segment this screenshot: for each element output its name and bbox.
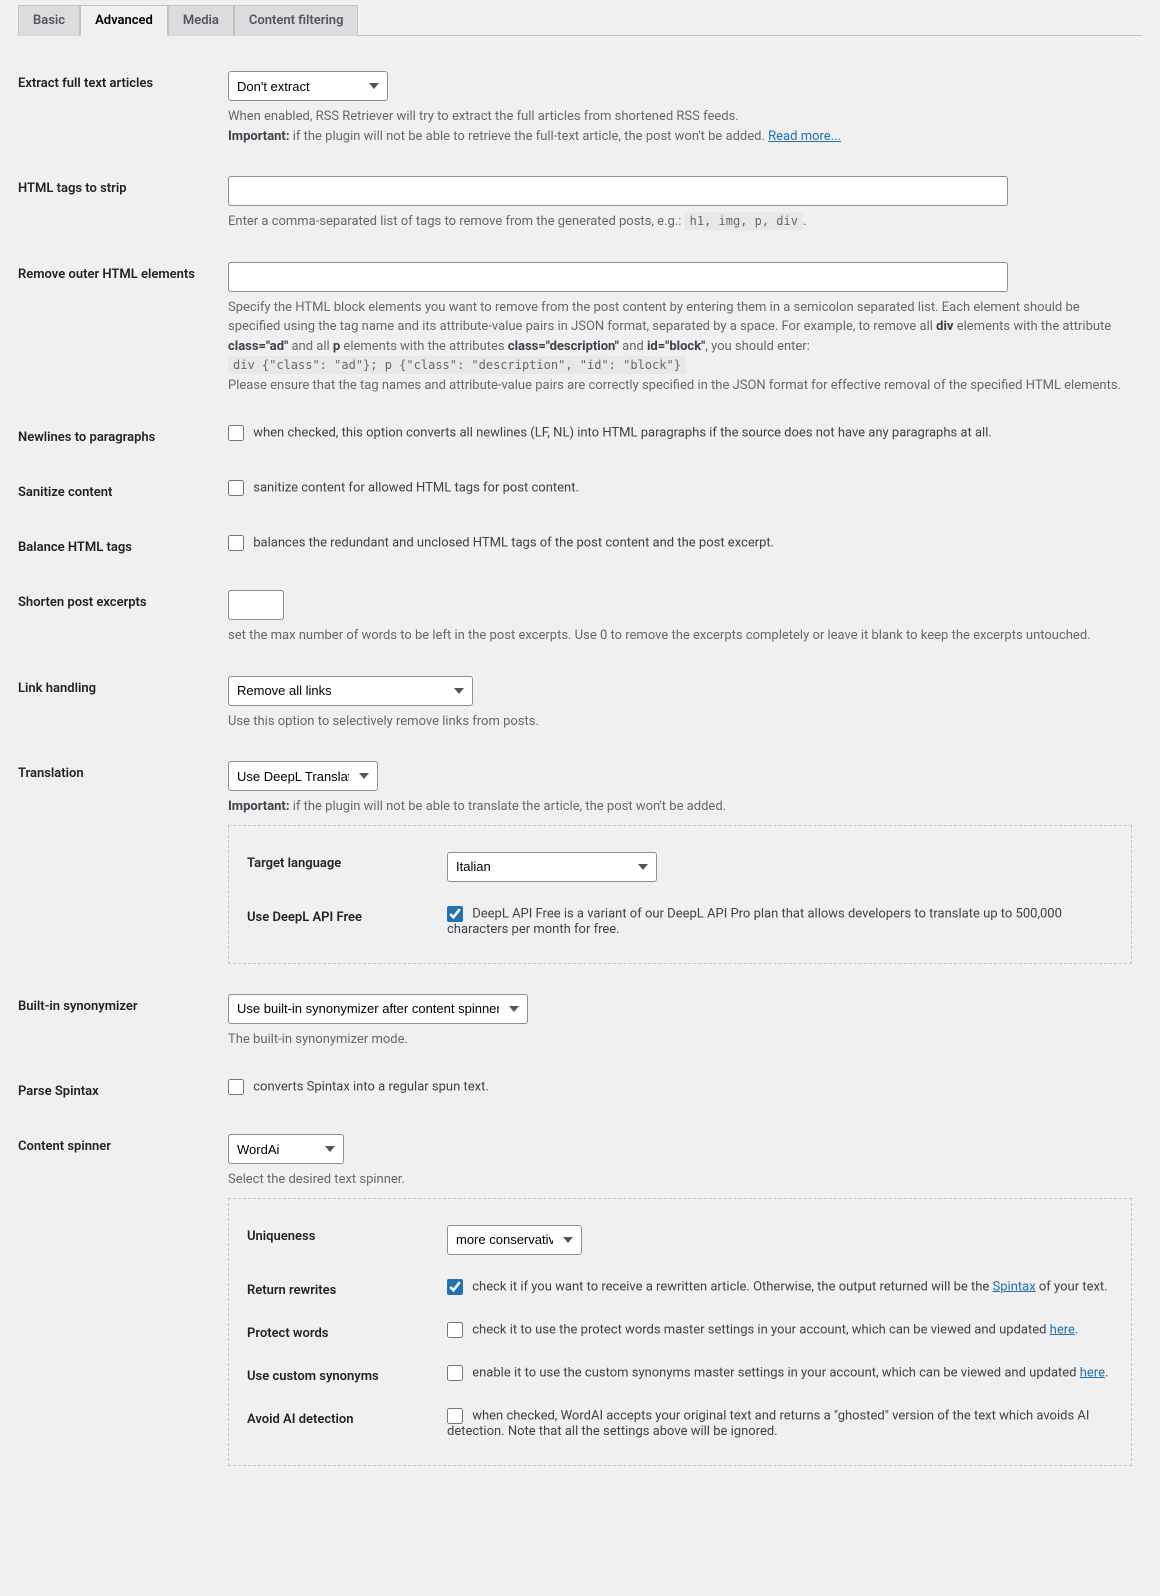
newlines-text: when checked, this option converts all n… xyxy=(253,426,992,441)
protect-words-checkbox[interactable] xyxy=(447,1322,463,1338)
spintax-link[interactable]: Spintax xyxy=(993,1279,1036,1294)
label-remove-outer: Remove outer HTML elements xyxy=(18,247,218,411)
avoid-ai-checkbox[interactable] xyxy=(447,1408,463,1424)
tab-media[interactable]: Media xyxy=(168,5,234,36)
label-link-handling: Link handling xyxy=(18,661,218,747)
label-deepl-free: Use DeepL API Free xyxy=(247,906,447,925)
translation-select[interactable]: Use DeepL Translate xyxy=(228,761,378,791)
newlines-checkbox[interactable] xyxy=(228,425,244,441)
deepl-free-checkbox[interactable] xyxy=(447,906,463,922)
translation-subbox: Target language Italian Use DeepL API Fr… xyxy=(228,825,1132,964)
translation-desc: Important: if the plugin will not be abl… xyxy=(228,797,1132,817)
spinner-desc: Select the desired text spinner. xyxy=(228,1170,1132,1190)
tab-advanced[interactable]: Advanced xyxy=(80,5,168,36)
label-balance: Balance HTML tags xyxy=(18,520,218,575)
balance-checkbox[interactable] xyxy=(228,535,244,551)
label-newlines: Newlines to paragraphs xyxy=(18,410,218,465)
sanitize-text: sanitize content for allowed HTML tags f… xyxy=(253,481,579,496)
shorten-desc: set the max number of words to be left i… xyxy=(228,626,1132,646)
link-handling-select[interactable]: Remove all links xyxy=(228,676,473,706)
tabs-nav: Basic Advanced Media Content filtering xyxy=(18,0,1142,36)
label-extract: Extract full text articles xyxy=(18,56,218,161)
remove-outer-input[interactable] xyxy=(228,262,1008,292)
spintax-text: converts Spintax into a regular spun tex… xyxy=(253,1080,489,1095)
label-synonymizer: Built-in synonymizer xyxy=(18,979,218,1065)
label-uniqueness: Uniqueness xyxy=(247,1225,447,1244)
label-target-lang: Target language xyxy=(247,852,447,871)
protect-here-link[interactable]: here xyxy=(1050,1322,1075,1337)
spinner-subbox: Uniqueness more conservative Return rewr… xyxy=(228,1198,1132,1466)
label-avoid-ai: Avoid AI detection xyxy=(247,1408,447,1427)
extract-desc: When enabled, RSS Retriever will try to … xyxy=(228,107,1132,146)
spintax-checkbox[interactable] xyxy=(228,1079,244,1095)
extract-select[interactable]: Don't extract xyxy=(228,71,388,101)
uniqueness-select[interactable]: more conservative xyxy=(447,1225,582,1255)
label-return-rewrites: Return rewrites xyxy=(247,1279,447,1298)
label-protect-words: Protect words xyxy=(247,1322,447,1341)
custom-synonyms-checkbox[interactable] xyxy=(447,1365,463,1381)
label-shorten: Shorten post excerpts xyxy=(18,575,218,661)
label-sanitize: Sanitize content xyxy=(18,465,218,520)
label-spintax: Parse Spintax xyxy=(18,1064,218,1119)
settings-form: Extract full text articles Don't extract… xyxy=(18,56,1142,1481)
strip-desc: Enter a comma-separated list of tags to … xyxy=(228,212,1132,232)
label-translation: Translation xyxy=(18,746,218,979)
avoid-ai-text: when checked, WordAI accepts your origin… xyxy=(447,1408,1089,1439)
spinner-select[interactable]: WordAi xyxy=(228,1134,344,1164)
deepl-free-text: DeepL API Free is a variant of our DeepL… xyxy=(447,906,1062,937)
label-spinner: Content spinner xyxy=(18,1119,218,1481)
strip-input[interactable] xyxy=(228,176,1008,206)
shorten-input[interactable] xyxy=(228,590,284,620)
custom-here-link[interactable]: here xyxy=(1080,1365,1105,1380)
extract-readmore-link[interactable]: Read more... xyxy=(768,129,841,144)
synonymizer-desc: The built-in synonymizer mode. xyxy=(228,1030,1132,1050)
label-custom-synonyms: Use custom synonyms xyxy=(247,1365,447,1384)
link-handling-desc: Use this option to selectively remove li… xyxy=(228,712,1132,732)
synonymizer-select[interactable]: Use built-in synonymizer after content s… xyxy=(228,994,528,1024)
label-strip: HTML tags to strip xyxy=(18,161,218,247)
sanitize-checkbox[interactable] xyxy=(228,480,244,496)
target-lang-select[interactable]: Italian xyxy=(447,852,657,882)
remove-outer-desc: Specify the HTML block elements you want… xyxy=(228,298,1132,396)
return-rewrites-checkbox[interactable] xyxy=(447,1279,463,1295)
tab-content-filtering[interactable]: Content filtering xyxy=(234,5,359,36)
balance-text: balances the redundant and unclosed HTML… xyxy=(253,536,774,551)
tab-basic[interactable]: Basic xyxy=(18,5,80,36)
